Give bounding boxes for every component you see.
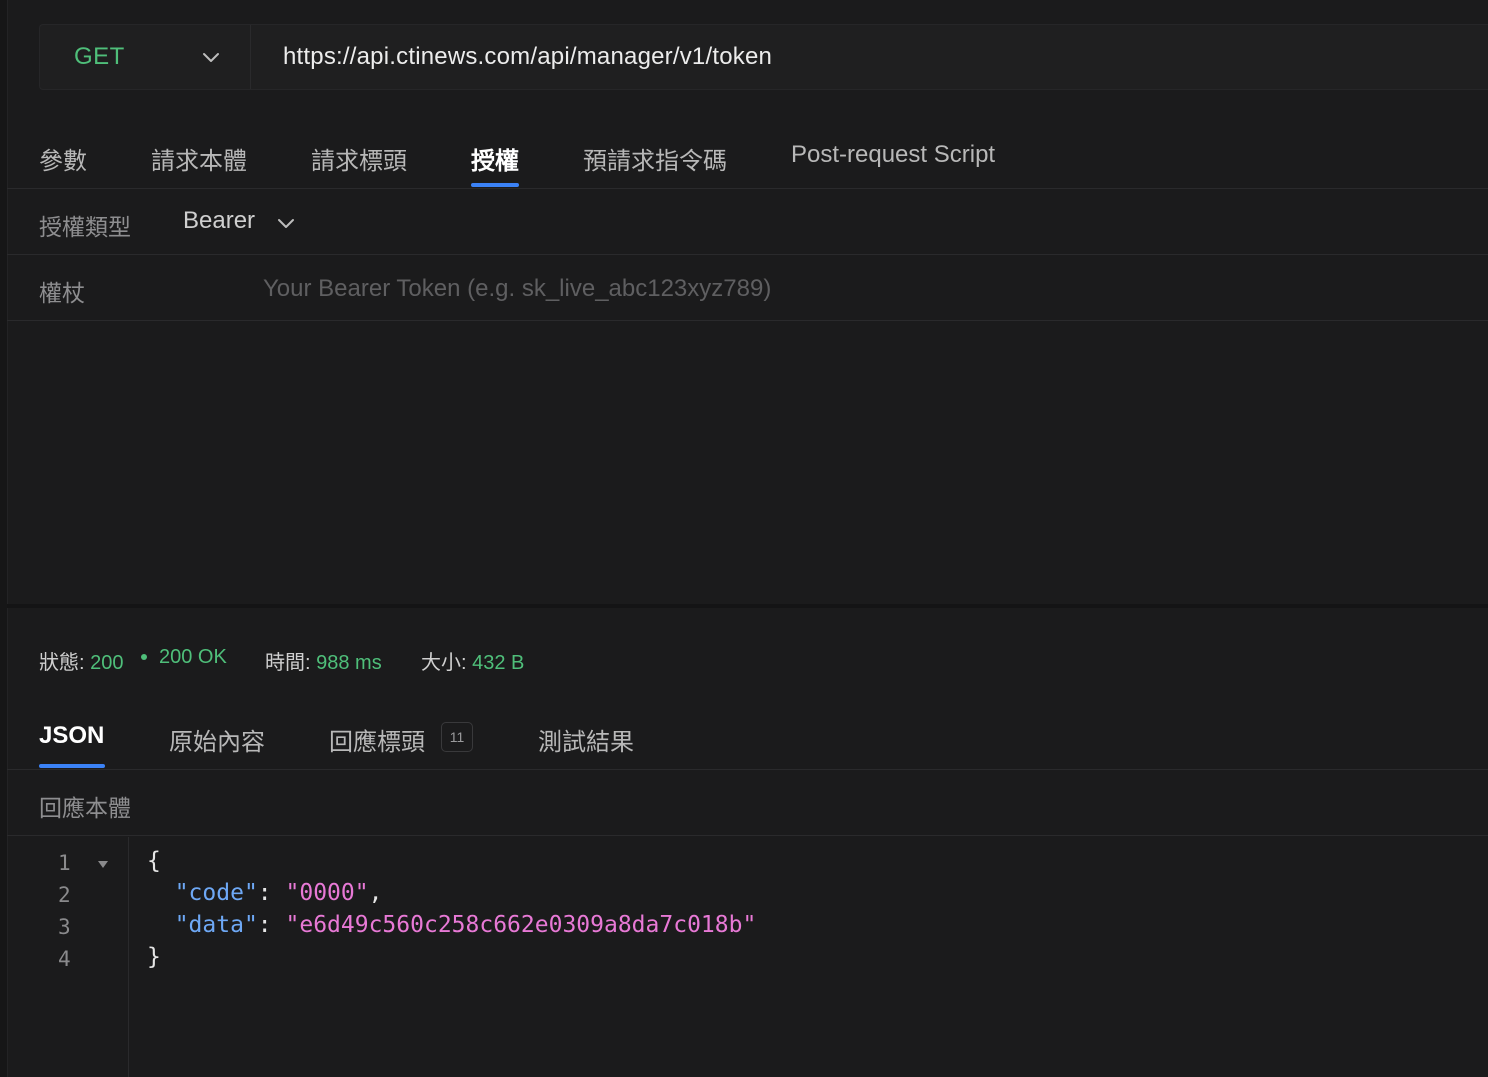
status-code: 200 xyxy=(90,652,124,674)
json-key: "code" xyxy=(174,880,258,906)
response-size: 大小: 432 B xyxy=(421,652,525,674)
tab-post-request-script[interactable]: Post-request Script xyxy=(791,141,995,169)
headers-count-badge: 11 xyxy=(441,722,473,752)
status-label: 狀態: xyxy=(39,652,85,674)
tab-headers[interactable]: 請求標頭 xyxy=(311,141,407,176)
tab-response-headers[interactable]: 回應標頭 xyxy=(329,722,425,757)
divider xyxy=(7,188,1488,189)
token-label: 權杖 xyxy=(39,280,85,306)
code-line: "code": "0000", xyxy=(174,880,383,906)
caret-down-icon[interactable] xyxy=(97,858,109,870)
method-label: GET xyxy=(74,43,125,70)
tab-pre-request-script[interactable]: 預請求指令碼 xyxy=(583,141,727,176)
divider xyxy=(7,769,1488,770)
pane-splitter[interactable] xyxy=(7,604,1488,608)
tab-raw[interactable]: 原始內容 xyxy=(169,722,265,757)
line-number: 4 xyxy=(58,947,71,971)
request-bar: GET https://api.ctinews.com/api/manager/… xyxy=(39,24,1488,90)
json-string: "e6d49c560c258c662e0309a8da7c018b" xyxy=(285,912,757,938)
line-number: 2 xyxy=(58,883,71,907)
method-select[interactable]: GET xyxy=(40,25,251,89)
line-number: 1 xyxy=(58,851,71,875)
chevron-down-icon[interactable] xyxy=(276,213,296,233)
tab-body[interactable]: 請求本體 xyxy=(151,141,247,176)
status-text: 200 OK xyxy=(159,646,227,668)
active-tab-indicator xyxy=(471,183,519,187)
url-input[interactable]: https://api.ctinews.com/api/manager/v1/t… xyxy=(283,43,772,71)
divider xyxy=(7,254,1488,255)
line-number: 3 xyxy=(58,915,71,939)
divider xyxy=(7,835,1488,836)
chevron-down-icon xyxy=(203,53,219,62)
status-indicator: 狀態: 200 xyxy=(39,646,124,675)
code-line: } xyxy=(147,944,161,970)
response-body-label: 回應本體 xyxy=(39,795,131,821)
code-line: "data": "e6d49c560c258c662e0309a8da7c018… xyxy=(174,912,757,938)
token-input[interactable] xyxy=(263,272,1163,306)
tab-json[interactable]: JSON xyxy=(39,722,104,750)
code-line: { xyxy=(147,848,161,874)
auth-type-select[interactable]: Bearer xyxy=(183,207,255,235)
json-string: "0000" xyxy=(285,880,369,906)
tab-params[interactable]: 參數 xyxy=(39,141,87,176)
json-key: "data" xyxy=(174,912,258,938)
tab-test-results[interactable]: 測試結果 xyxy=(538,722,634,757)
active-tab-indicator xyxy=(39,764,105,768)
status-dot xyxy=(141,654,147,660)
tab-auth[interactable]: 授權 xyxy=(471,141,519,176)
response-time: 時間: 988 ms xyxy=(265,652,382,674)
divider xyxy=(7,320,1488,321)
auth-type-label: 授權類型 xyxy=(39,214,131,240)
